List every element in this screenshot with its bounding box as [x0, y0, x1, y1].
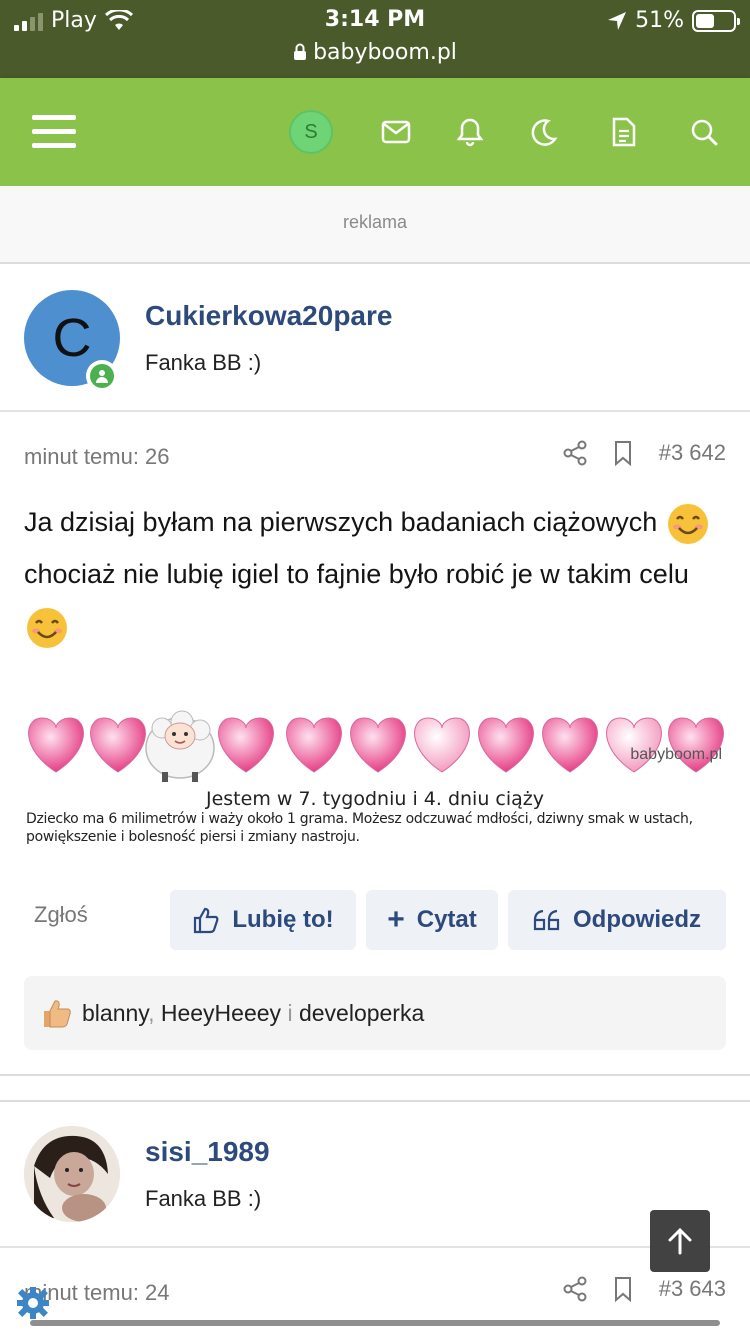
- like-label: Lubię to!: [232, 906, 334, 933]
- heart-decoration: [218, 717, 274, 773]
- menu-icon: [32, 115, 76, 148]
- quote-marks-icon: [533, 909, 560, 931]
- post-author-header: C Cukierkowa20pare Fanka BB :): [0, 266, 750, 412]
- reply-label: Odpowiedz: [573, 906, 701, 933]
- gear-icon[interactable]: [16, 1286, 50, 1320]
- heart-decoration: [90, 717, 146, 773]
- account-button[interactable]: S: [281, 102, 341, 162]
- arrow-up-icon: [668, 1227, 692, 1255]
- bookmark-icon[interactable]: [613, 1276, 633, 1302]
- page-bottom-bar: [30, 1320, 720, 1326]
- heart-decoration: [478, 717, 534, 773]
- bookmark-icon[interactable]: [613, 440, 633, 466]
- post-number[interactable]: #3 642: [659, 440, 726, 466]
- avatar: S: [289, 110, 333, 154]
- user-avatar[interactable]: [24, 1126, 120, 1222]
- heart-decoration: [350, 717, 406, 773]
- heart-decoration: [28, 717, 84, 773]
- ticker-brand: babyboom.pl: [630, 746, 722, 763]
- smile-emoji-icon: [667, 503, 708, 544]
- search-button[interactable]: [674, 102, 734, 162]
- quote-button[interactable]: + Cytat: [366, 890, 498, 950]
- quote-label: Cytat: [416, 906, 477, 933]
- moon-icon: [531, 119, 558, 146]
- post-meta: minut temu: 26 #3 642: [0, 426, 750, 486]
- search-icon: [691, 119, 718, 146]
- report-link[interactable]: Zgłoś: [34, 902, 88, 928]
- new-posts-button[interactable]: [594, 102, 654, 162]
- post-message: Ja dzisiaj byłam na pierwszych badaniach…: [24, 496, 724, 652]
- plus-icon: +: [387, 903, 405, 936]
- mail-icon: [381, 120, 411, 144]
- profile-photo: [24, 1126, 120, 1222]
- share-icon[interactable]: [563, 1276, 587, 1302]
- username-link[interactable]: Cukierkowa20pare: [145, 300, 392, 332]
- ad-label: reklama: [342, 212, 408, 232]
- ticker-week: Jestem w 7. tygodniu i 4. dniu ciąży: [205, 788, 544, 810]
- online-status-icon: [86, 360, 118, 392]
- liker-link[interactable]: HeeyHeeey: [161, 1000, 281, 1026]
- message-text: Ja dzisiaj byłam na pierwszych badaniach…: [24, 507, 658, 537]
- username-link[interactable]: sisi_1989: [145, 1136, 270, 1168]
- lock-icon: [294, 43, 307, 60]
- status-bar: Play 3:14 PM 51% babyboom.pl: [0, 0, 750, 78]
- avatar-letter: C: [52, 308, 92, 368]
- sheep-icon: [145, 710, 215, 782]
- location-arrow-icon: [608, 11, 627, 30]
- post-author-header: sisi_1989 Fanka BB :): [0, 1102, 750, 1248]
- heart-decoration: [542, 717, 598, 773]
- address-bar[interactable]: babyboom.pl: [0, 40, 750, 65]
- liker-link[interactable]: developerka: [299, 1000, 424, 1026]
- like-button[interactable]: Lubię to!: [170, 890, 356, 950]
- url-text: babyboom.pl: [313, 40, 457, 65]
- thumbs-up-icon: [194, 907, 219, 934]
- likes-summary: blanny, HeeyHeeey i developerka: [24, 976, 726, 1050]
- post-meta: minut temu: 24 #3 643: [0, 1262, 750, 1322]
- message-text-cont: chociaż nie lubię igiel to fajnie było r…: [24, 559, 689, 589]
- reply-button[interactable]: Odpowiedz: [508, 890, 726, 950]
- heart-decoration: [286, 717, 342, 773]
- ad-placeholder: reklama: [0, 186, 750, 264]
- liker-link[interactable]: blanny: [82, 1000, 148, 1026]
- battery-icon: [692, 9, 740, 32]
- smile-emoji-icon: [27, 607, 67, 648]
- top-nav: S: [0, 78, 750, 186]
- pregnancy-ticker: babyboom.pl Jestem w 7. tygodniu i 4. dn…: [24, 706, 726, 850]
- post-actions: Zgłoś Lubię to! + Cytat Odpowiedz: [0, 890, 750, 952]
- post-time[interactable]: minut temu: 26: [24, 444, 170, 470]
- post-number[interactable]: #3 643: [659, 1276, 726, 1302]
- post-divider: [0, 1074, 750, 1076]
- dark-mode-button[interactable]: [514, 102, 574, 162]
- ticker-description: Dziecko ma 6 milimetrów i waży około 1 g…: [26, 811, 693, 845]
- scroll-to-top-button[interactable]: [650, 1210, 710, 1272]
- document-icon: [612, 117, 636, 147]
- heart-decoration: [414, 717, 470, 773]
- user-title: Fanka BB :): [145, 1186, 262, 1211]
- thumbs-up-emoji-icon: [44, 1000, 71, 1028]
- menu-button[interactable]: [24, 102, 84, 162]
- bell-icon: [457, 118, 483, 147]
- hearts-banner: [28, 710, 724, 782]
- share-icon[interactable]: [563, 440, 587, 466]
- messages-button[interactable]: [366, 102, 426, 162]
- user-title: Fanka BB :): [145, 350, 262, 375]
- battery-percent: 51%: [635, 8, 684, 33]
- alerts-button[interactable]: [440, 102, 500, 162]
